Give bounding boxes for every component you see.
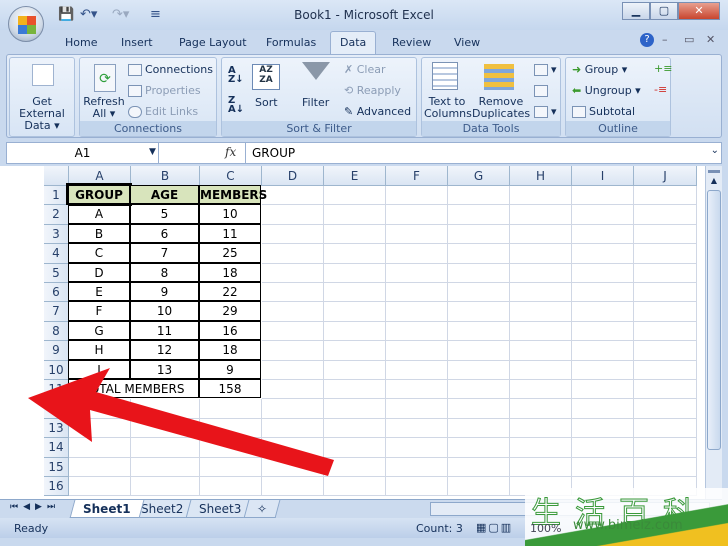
zoom-level[interactable]: 100%: [530, 522, 561, 535]
sheet-tab-label: Sheet1: [83, 502, 131, 516]
red-arrow-annotation: [28, 368, 334, 476]
arrow-shape: [28, 368, 334, 476]
office-button[interactable]: [8, 6, 44, 42]
sheet-tab-1[interactable]: Sheet1: [69, 500, 144, 518]
office-logo-icon: [18, 16, 36, 34]
